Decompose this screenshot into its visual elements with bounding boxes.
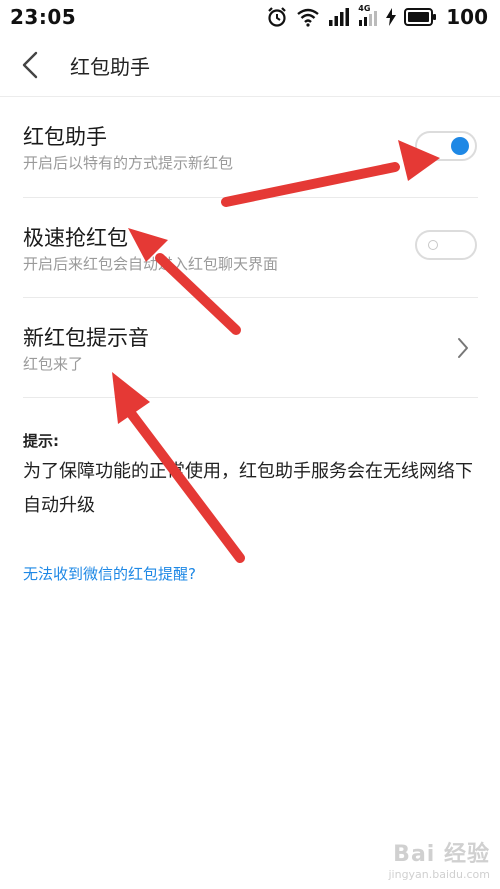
setting-label: 红包助手 bbox=[23, 125, 107, 149]
network-type: 4G bbox=[358, 4, 371, 13]
fast-grab-toggle[interactable] bbox=[415, 230, 477, 260]
watermark-url: jingyan.baidu.com bbox=[388, 868, 490, 881]
setting-description: 开启后以特有的方式提示新红包 bbox=[23, 154, 234, 172]
watermark-logo: Bai 经验 bbox=[393, 842, 490, 867]
setting-description: 红包来了 bbox=[23, 355, 84, 373]
status-time: 23:05 bbox=[10, 5, 77, 29]
battery-icon bbox=[404, 8, 437, 26]
divider bbox=[23, 397, 478, 398]
setting-row-red-packet-assistant[interactable]: 红包助手 开启后以特有的方式提示新红包 bbox=[0, 97, 500, 197]
battery-level: 100 bbox=[446, 5, 488, 29]
setting-description: 开启后来红包会自动进入红包聊天界面 bbox=[23, 255, 279, 273]
status-icons: 4G 100 bbox=[266, 4, 488, 29]
tip-title: 提示: bbox=[23, 432, 59, 450]
chevron-right-icon[interactable] bbox=[456, 336, 470, 360]
status-bar: 23:05 4G 100 bbox=[0, 0, 500, 34]
help-link[interactable]: 无法收到微信的红包提醒? bbox=[23, 563, 196, 584]
signal-4g: 4G bbox=[358, 4, 378, 26]
signal-icon bbox=[329, 8, 350, 26]
back-icon[interactable] bbox=[18, 50, 42, 80]
setting-row-fast-grab[interactable]: 极速抢红包 开启后来红包会自动进入红包聊天界面 bbox=[0, 198, 500, 298]
toggle-knob bbox=[428, 240, 438, 250]
toggle-knob bbox=[451, 137, 469, 155]
tip-body: 为了保障功能的正常使用，红包助手服务会在无线网络下自动升级 bbox=[23, 461, 473, 516]
alarm-icon bbox=[268, 7, 287, 27]
red-packet-assistant-toggle[interactable] bbox=[415, 131, 477, 161]
page-title: 红包助手 bbox=[70, 54, 150, 79]
wifi-icon bbox=[297, 8, 319, 27]
charging-icon bbox=[386, 8, 397, 26]
setting-label: 新红包提示音 bbox=[23, 326, 149, 350]
watermark: Bai 经验 jingyan.baidu.com bbox=[388, 836, 490, 881]
setting-label: 极速抢红包 bbox=[23, 226, 128, 250]
setting-row-notification-sound[interactable]: 新红包提示音 红包来了 bbox=[0, 298, 500, 398]
title-bar: 红包助手 bbox=[0, 34, 500, 97]
